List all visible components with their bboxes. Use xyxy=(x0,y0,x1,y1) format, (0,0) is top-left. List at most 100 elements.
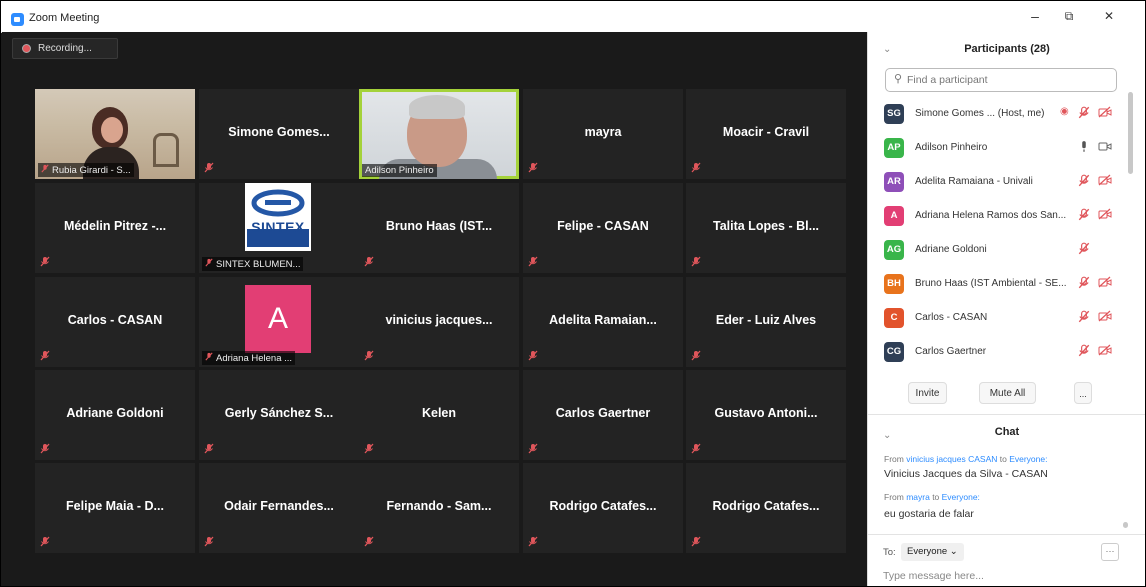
minimize-button[interactable]: – xyxy=(1025,8,1045,24)
participant-tile[interactable]: Felipe Maia - D... xyxy=(35,463,195,553)
camera-off-icon[interactable] xyxy=(1098,344,1112,359)
participant-row[interactable]: A Adriana Helena Ramos dos San... xyxy=(868,199,1130,232)
mic-muted-icon xyxy=(364,536,374,550)
participant-row[interactable]: CG Carlos Gaertner xyxy=(868,335,1130,368)
mic-muted-icon[interactable] xyxy=(1078,276,1090,292)
to-word: to xyxy=(929,492,942,502)
camera-off-icon[interactable] xyxy=(1098,106,1112,121)
participant-tile[interactable]: Carlos Gaertner xyxy=(523,370,683,460)
camera-off-icon[interactable] xyxy=(1098,208,1112,223)
mute-all-button[interactable]: Mute All xyxy=(979,382,1036,404)
mic-muted-icon[interactable] xyxy=(1078,174,1090,190)
participant-avatar: C xyxy=(884,308,904,328)
camera-icon[interactable] xyxy=(1098,140,1112,155)
participant-tile[interactable]: Talita Lopes - Bl... xyxy=(686,183,846,273)
participant-row[interactable]: SG Simone Gomes ... (Host, me) ◉ xyxy=(868,97,1130,130)
camera-off-icon[interactable] xyxy=(1098,310,1112,325)
chat-scrollbar[interactable] xyxy=(1123,522,1128,528)
participant-tile[interactable]: Rodrigo Catafes... xyxy=(523,463,683,553)
participants-more-button[interactable]: ... xyxy=(1074,382,1092,404)
participant-tile[interactable]: Moacir - Cravil xyxy=(686,89,846,179)
participant-row[interactable]: AR Adelita Ramaiana - Univali xyxy=(868,165,1130,198)
participant-row[interactable]: BH Bruno Haas (IST Ambiental - SE... xyxy=(868,267,1130,300)
participant-tile[interactable]: vinicius jacques... xyxy=(359,277,519,367)
participant-tile[interactable]: Adilson Pinheiro xyxy=(359,89,519,179)
participant-tile[interactable]: Simone Gomes... xyxy=(199,89,359,179)
chat-input-divider xyxy=(868,534,1145,535)
mic-muted-icon[interactable] xyxy=(1078,242,1090,258)
restore-button[interactable]: ⧉ xyxy=(1059,9,1079,24)
mic-icon[interactable] xyxy=(1078,140,1090,156)
participant-row[interactable]: AP Adilson Pinheiro xyxy=(868,131,1130,164)
panel-divider xyxy=(868,414,1145,415)
participant-tile[interactable]: Rodrigo Catafes... xyxy=(686,463,846,553)
participant-tile[interactable]: Fernando - Sam... xyxy=(359,463,519,553)
participant-name: Rodrigo Catafes... xyxy=(549,499,657,513)
camera-off-icon[interactable] xyxy=(1098,174,1112,189)
mic-muted-icon xyxy=(528,443,538,457)
from-prefix: From xyxy=(884,492,907,502)
participant-tile[interactable]: Felipe - CASAN xyxy=(523,183,683,273)
participant-tile[interactable]: SINTEX SINTEX BLUMEN... xyxy=(199,183,359,273)
recipient-link[interactable]: Everyone: xyxy=(1009,454,1047,464)
mic-muted-icon xyxy=(204,162,214,176)
participant-tile[interactable]: Gustavo Antoni... xyxy=(686,370,846,460)
participant-tile[interactable]: Carlos - CASAN xyxy=(35,277,195,367)
mic-muted-icon xyxy=(528,256,538,270)
mic-muted-icon[interactable] xyxy=(1078,106,1090,122)
close-button[interactable]: ✕ xyxy=(1099,9,1119,23)
mic-muted-icon xyxy=(204,536,214,550)
invite-button[interactable]: Invite xyxy=(908,382,947,404)
participant-name: Rodrigo Catafes... xyxy=(712,499,820,513)
recipient-link[interactable]: Everyone: xyxy=(942,492,980,502)
participant-name: Carlos Gaertner xyxy=(915,346,987,357)
participant-row[interactable]: C Carlos - CASAN xyxy=(868,301,1130,334)
from-prefix: From xyxy=(884,454,907,464)
chat-more-button[interactable]: ··· xyxy=(1101,543,1119,561)
participant-tile[interactable]: mayra xyxy=(523,89,683,179)
participant-name: Adilson Pinheiro xyxy=(915,142,988,153)
participant-tile[interactable]: Eder - Luiz Alves xyxy=(686,277,846,367)
camera-off-icon[interactable] xyxy=(1098,276,1112,291)
participants-title: Participants (28) xyxy=(964,43,1050,55)
participant-name: mayra xyxy=(584,125,622,139)
chat-message-text: eu gostaria de falar xyxy=(884,508,974,520)
participant-name: vinicius jacques... xyxy=(385,313,493,327)
mic-muted-icon xyxy=(364,443,374,457)
mic-muted-icon[interactable] xyxy=(1078,310,1090,326)
chat-message-input[interactable]: Type message here... xyxy=(883,570,984,582)
participant-tile[interactable]: Bruno Haas (IST... xyxy=(359,183,519,273)
recording-icon: ◉ xyxy=(1060,106,1069,117)
participant-tile[interactable]: A Adriana Helena ... xyxy=(199,277,359,367)
participant-tile[interactable]: Odair Fernandes... xyxy=(199,463,359,553)
mic-muted-icon xyxy=(204,443,214,457)
mic-muted-icon xyxy=(40,350,50,364)
participant-row[interactable]: AG Adriane Goldoni xyxy=(868,233,1130,266)
participant-avatar: AP xyxy=(884,138,904,158)
participant-tile[interactable]: Adelita Ramaian... xyxy=(523,277,683,367)
participant-search-input[interactable]: ⚲ Find a participant xyxy=(885,68,1117,92)
participant-tile[interactable]: Kelen xyxy=(359,370,519,460)
participant-tile[interactable]: Adriane Goldoni xyxy=(35,370,195,460)
participant-tile[interactable]: Médelin Pitrez -... xyxy=(35,183,195,273)
participant-avatar: AR xyxy=(884,172,904,192)
recipient-dropdown[interactable]: Everyone ⌄ xyxy=(901,543,964,561)
title-bar: Zoom Meeting – ⧉ ✕ xyxy=(1,1,1145,33)
sender-link[interactable]: vinicius jacques CASAN xyxy=(906,454,997,464)
participant-name: Adriane Goldoni xyxy=(66,406,164,420)
sender-link[interactable]: mayra xyxy=(906,492,930,502)
recording-indicator[interactable]: Recording... xyxy=(12,38,118,59)
participant-name: Odair Fernandes... xyxy=(224,499,334,513)
mic-muted-icon[interactable] xyxy=(1078,208,1090,224)
video-person-hair xyxy=(409,95,465,119)
participant-avatar: BH xyxy=(884,274,904,294)
mic-muted-icon xyxy=(528,536,538,550)
participant-tile[interactable]: Rubia Girardi - S... xyxy=(35,89,195,179)
mic-muted-icon xyxy=(40,443,50,457)
participant-list-scrollbar[interactable] xyxy=(1128,92,1133,174)
mic-muted-icon[interactable] xyxy=(1078,344,1090,360)
participant-tile[interactable]: Gerly Sánchez S... xyxy=(199,370,359,460)
participant-name: Simone Gomes... xyxy=(228,125,330,139)
participant-name: Adriane Goldoni xyxy=(915,244,987,255)
zoom-app-icon xyxy=(11,13,24,26)
